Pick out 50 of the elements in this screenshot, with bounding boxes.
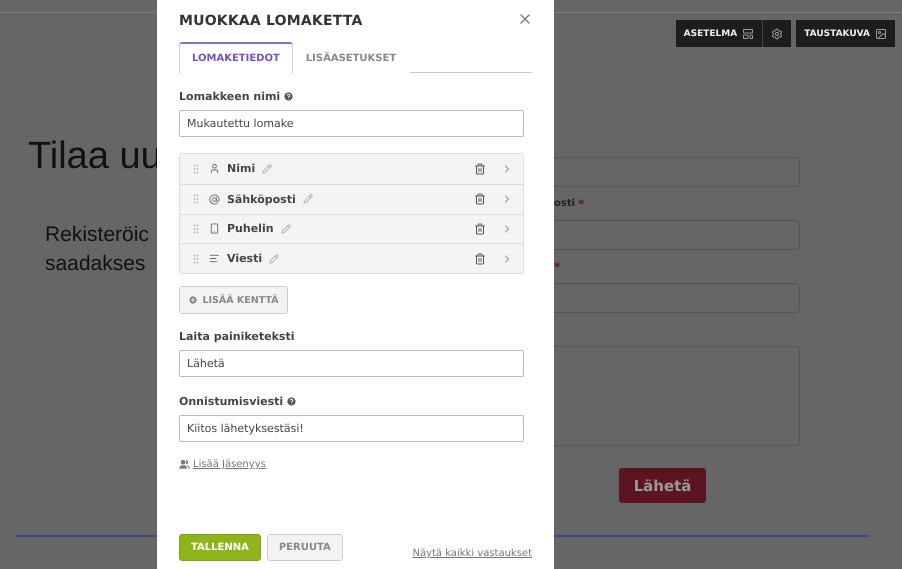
show-responses-link[interactable]: Näytä kaikki vastaukset <box>412 548 532 559</box>
background-image-button[interactable]: TAUSTAKUVA <box>796 20 895 47</box>
trash-icon[interactable] <box>474 162 486 175</box>
field-name: Puhelin <box>227 222 274 236</box>
input-field[interactable] <box>554 283 800 313</box>
trash-icon[interactable] <box>474 252 486 265</box>
input-field[interactable]: Kiitos lähetyksestäsi! <box>179 415 524 442</box>
input-field[interactable] <box>554 157 800 187</box>
pencil-icon[interactable] <box>269 254 280 264</box>
add-membership-link[interactable]: Lisää Jäsenyys <box>193 459 266 470</box>
submit-button[interactable]: Lähetä <box>619 468 706 503</box>
layout-button[interactable]: ASETELMA <box>676 20 762 47</box>
input-field[interactable] <box>554 220 800 250</box>
intro-text: saadakses <box>45 251 146 277</box>
trash-icon[interactable] <box>474 193 486 206</box>
layout-icon <box>742 28 754 40</box>
pencil-icon[interactable] <box>262 164 272 174</box>
intro-text: Rekisteröic <box>45 222 150 248</box>
image-icon <box>875 28 887 40</box>
field-label: Lomakkeen nimi <box>179 90 280 103</box>
field-label: Onnistumisviesti <box>179 395 284 408</box>
settings-button[interactable] <box>762 20 792 47</box>
field-row[interactable]: Sähköposti <box>180 184 523 214</box>
trash-icon[interactable] <box>474 222 486 235</box>
users-icon <box>179 459 190 470</box>
field-name: Viesti <box>227 252 262 266</box>
form-label: osti <box>554 198 576 209</box>
pencil-icon[interactable] <box>280 224 291 234</box>
at-sign-icon <box>209 194 220 205</box>
person-icon <box>209 163 220 174</box>
pencil-icon[interactable] <box>302 194 313 204</box>
dialog-title: MUOKKAA LOMAKETTA <box>179 13 363 29</box>
help-icon <box>286 396 298 407</box>
tab[interactable]: LOMAKETIEDOT <box>179 42 293 73</box>
phone-icon <box>209 223 220 234</box>
text-area[interactable] <box>554 346 800 446</box>
required-mark: * <box>578 196 584 210</box>
plus-icon <box>188 295 198 305</box>
field-label: Laita painiketeksti <box>179 330 294 343</box>
help-icon <box>283 91 294 102</box>
field-name: Nimi <box>227 162 256 176</box>
input-field[interactable]: Mukautettu lomake <box>179 110 524 137</box>
lines-icon <box>209 253 220 264</box>
input-field[interactable]: Lähetä <box>179 350 524 377</box>
field-row[interactable]: Viesti <box>180 243 523 273</box>
settings-icon <box>771 28 784 40</box>
field-row[interactable]: Puhelin <box>180 214 523 244</box>
field-name: Sähköposti <box>227 192 296 206</box>
field-row[interactable]: Nimi <box>180 154 523 184</box>
required-mark: * <box>554 260 560 274</box>
